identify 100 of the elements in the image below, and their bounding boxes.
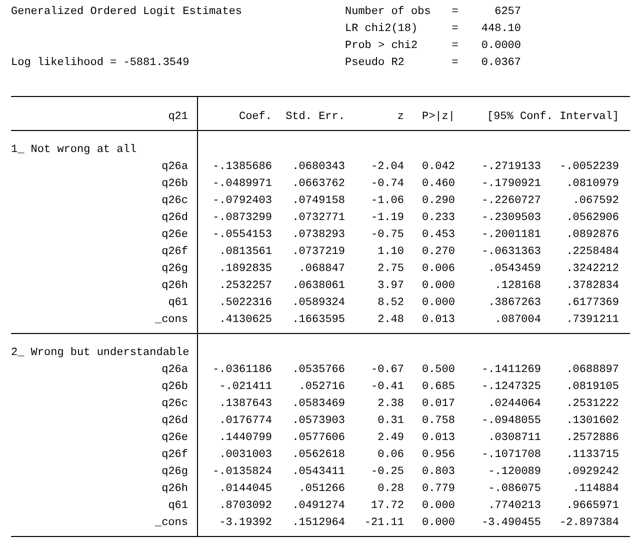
column-header: Std. Err. — [284, 110, 345, 125]
table-cell-text: 1.10 — [376, 245, 404, 260]
table-cell-text: .1301602 — [565, 414, 619, 429]
column-header: q21 — [167, 110, 188, 125]
table-cell-text: 0.233 — [420, 211, 455, 226]
table-cell-text: -.0361186 — [212, 363, 272, 378]
table-cell-text: .1440799 — [218, 431, 272, 446]
column-header: z — [396, 110, 404, 125]
table-cell-text: -2.897384 — [558, 516, 619, 531]
table-cell-text: .0491274 — [291, 499, 345, 514]
equals-sign: = — [450, 22, 460, 37]
stat-value: 448.10 — [480, 22, 521, 37]
table-cell-text: 0.006 — [420, 262, 455, 277]
table-cell-text: .2572886 — [565, 431, 619, 446]
table-cell-text: .0583469 — [291, 397, 345, 412]
table-cell-text: -.1071708 — [480, 448, 541, 463]
table-cell-text: -.1247325 — [480, 380, 541, 395]
table-cell-text: .0737219 — [291, 245, 345, 260]
table-cell-text: -.1385686 — [212, 160, 272, 175]
stat-value: 0.0000 — [480, 39, 521, 54]
equals-sign: = — [450, 56, 460, 71]
table-cell-text: .0535766 — [291, 363, 345, 378]
stat-label: LR chi2(18) — [345, 22, 419, 37]
table-cell-text: .7391211 — [565, 313, 619, 328]
row-label: q26d — [160, 211, 188, 226]
table-cell-text: -.1411269 — [480, 363, 541, 378]
row-label: q26e — [160, 431, 188, 446]
table-cell-text: .0031003 — [218, 448, 272, 463]
table-cell-text: 2.48 — [376, 313, 404, 328]
table-cell-text: .128168 — [494, 279, 541, 294]
equals-sign: = — [450, 5, 460, 20]
table-cell-text: .6177369 — [565, 296, 619, 311]
table-cell-text: 0.28 — [376, 482, 404, 497]
table-cell-text: 0.453 — [420, 228, 455, 243]
stat-label: Prob > chi2 — [345, 39, 419, 54]
table-cell-text: .0749158 — [291, 194, 345, 209]
table-cell-text: .3867263 — [487, 296, 541, 311]
table-cell-text: .0562618 — [291, 448, 345, 463]
table-cell-text: .0810979 — [565, 177, 619, 192]
table-cell-text: .0543411 — [291, 465, 345, 480]
table-cell-text: 0.013 — [420, 313, 455, 328]
row-label: q26a — [160, 363, 188, 378]
table-cell-text: .2258484 — [565, 245, 619, 260]
table-cell-text: 2.38 — [376, 397, 404, 412]
column-header: P>|z| — [420, 110, 455, 125]
table-cell-text: 17.72 — [370, 499, 404, 514]
group-label: 2_ Wrong but understandable — [11, 347, 190, 359]
table-cell-text: .052716 — [298, 380, 345, 395]
stat-value: 6257 — [494, 5, 521, 20]
table-cell-text: .051266 — [298, 482, 345, 497]
table-cell-text: .0892876 — [565, 228, 619, 243]
column-header: [95% Conf. Interval] — [486, 110, 619, 125]
table-cell-text: .5022316 — [218, 296, 272, 311]
table-cell-text: -0.25 — [370, 465, 404, 480]
table-cell-text: .0543459 — [487, 262, 541, 277]
table-cell-text: .0813561 — [218, 245, 272, 260]
table-cell-text: 0.000 — [420, 516, 455, 531]
table-cell-text: .0738293 — [291, 228, 345, 243]
table-cell-text: .0573903 — [291, 414, 345, 429]
stat-label: Pseudo R2 — [345, 56, 406, 71]
table-cell-text: .8703092 — [218, 499, 272, 514]
table-cell-text: -0.74 — [370, 177, 404, 192]
table-cell-text: .3242212 — [565, 262, 619, 277]
table-cell-text: 8.52 — [376, 296, 404, 311]
table-cell-text: .0144045 — [218, 482, 272, 497]
table-cell-text: .0176774 — [218, 414, 272, 429]
row-label: q26c — [160, 194, 188, 209]
table-cell-text: 0.013 — [420, 431, 455, 446]
table-cell-text: -.2719133 — [480, 160, 541, 175]
group-label: 1_ Not wrong at all — [11, 144, 136, 156]
row-label: q26d — [160, 414, 188, 429]
table-cell-text: -0.67 — [370, 363, 404, 378]
row-label: q26b — [160, 177, 188, 192]
table-cell-text: -.120089 — [487, 465, 541, 480]
table-cell-text: 0.000 — [420, 279, 455, 294]
table-cell-text: .1512964 — [291, 516, 345, 531]
table-cell-text: -1.06 — [370, 194, 404, 209]
table-cell-text: -.0948055 — [480, 414, 541, 429]
table-cell-text: 0.803 — [420, 465, 455, 480]
table-cell-text: .0308711 — [487, 431, 541, 446]
table-cell-text: -.2309503 — [480, 211, 541, 226]
table-cell-text: .0589324 — [291, 296, 345, 311]
table-cell-text: 2.49 — [376, 431, 404, 446]
table-cell-text: 0.017 — [420, 397, 455, 412]
table-cell-text: 0.000 — [420, 499, 455, 514]
table-cell-text: -.0489971 — [212, 177, 272, 192]
table-cell-text: .068847 — [298, 262, 345, 277]
table-cell-text: .9665971 — [565, 499, 619, 514]
table-cell-text: .0680343 — [291, 160, 345, 175]
table-cell-text: 0.758 — [420, 414, 455, 429]
column-header: Coef. — [238, 110, 272, 125]
row-label: q26g — [160, 262, 188, 277]
table-cell-text: -21.11 — [363, 516, 404, 531]
table-cell-text: .7740213 — [487, 499, 541, 514]
table-cell-text: .4130625 — [218, 313, 272, 328]
table-cell-text: .0929242 — [565, 465, 619, 480]
table-cell-text: 0.685 — [420, 380, 455, 395]
table-cell-text: 0.956 — [420, 448, 455, 463]
table-cell-text: 0.460 — [420, 177, 455, 192]
stat-label: Number of obs — [345, 5, 432, 20]
